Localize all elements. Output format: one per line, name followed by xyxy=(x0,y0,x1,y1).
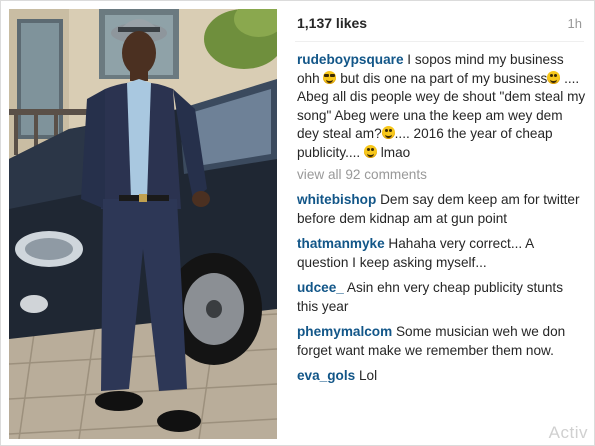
comment-username[interactable]: udcee_ xyxy=(297,280,344,295)
activate-windows-watermark: Activ xyxy=(548,423,588,442)
caption-text-5: lmao xyxy=(380,144,411,160)
instagram-post: 1,137 likes 1h rudeboypsquare I sopos mi… xyxy=(0,0,595,446)
view-all-comments-link[interactable]: view all 92 comments xyxy=(297,167,586,182)
comments-list: rudeboypsquare I sopos mind my business … xyxy=(297,51,586,393)
likes-row: 1,137 likes 1h xyxy=(295,9,584,42)
comment-item: eva_gols Lol xyxy=(297,367,586,386)
caption-text-2: but dis one na part of my business xyxy=(340,70,548,86)
comment-username[interactable]: whitebishop xyxy=(297,192,376,207)
post-details-panel: 1,137 likes 1h rudeboypsquare I sopos mi… xyxy=(287,1,594,445)
post-photo-image xyxy=(9,9,277,439)
comment-text: Lol xyxy=(358,368,378,383)
grinning-emoji-icon xyxy=(381,126,395,139)
likes-count[interactable]: 1,137 likes xyxy=(297,15,367,31)
post-photo[interactable] xyxy=(9,9,277,439)
comment-username[interactable]: eva_gols xyxy=(297,368,355,383)
post-time[interactable]: 1h xyxy=(568,16,582,31)
comment-item: udcee_ Asin ehn very cheap publicity stu… xyxy=(297,279,586,316)
comment-item: whitebishop Dem say dem keep am for twit… xyxy=(297,191,586,228)
comment-username[interactable]: phemymalcom xyxy=(297,324,392,339)
comment-username[interactable]: thatmanmyke xyxy=(297,236,385,251)
comment-item: phemymalcom Some musician weh we don for… xyxy=(297,323,586,360)
caption-username[interactable]: rudeboypsquare xyxy=(297,52,404,67)
caption: rudeboypsquare I sopos mind my business … xyxy=(297,51,586,162)
sunglasses-emoji-icon xyxy=(323,70,337,84)
laughing-emoji-icon xyxy=(364,144,377,158)
smiling-emoji-icon xyxy=(547,70,561,84)
comment-item: thatmanmyke Hahaha very correct... A que… xyxy=(297,235,586,272)
